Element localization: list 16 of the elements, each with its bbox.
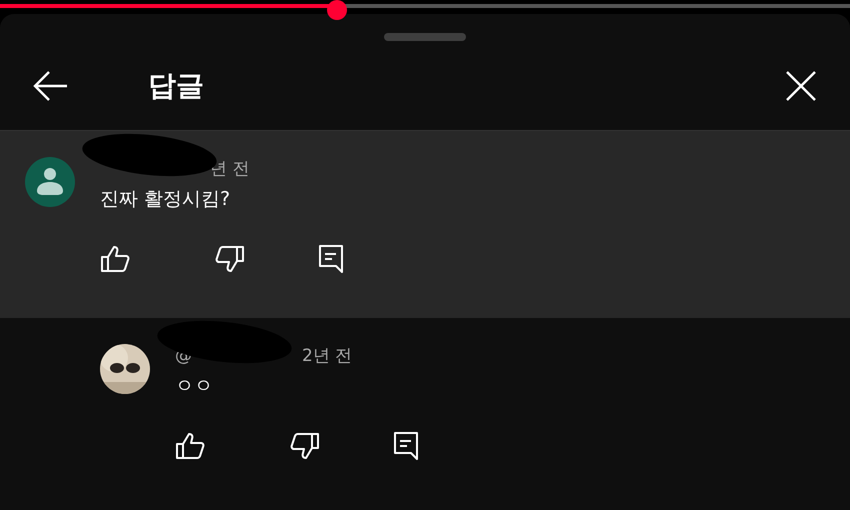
close-button[interactable]: [784, 68, 818, 102]
thumbs-down-icon[interactable]: [290, 432, 320, 460]
progress-handle[interactable]: [327, 0, 348, 20]
comment-text: 진짜 활정시킴?: [100, 187, 232, 212]
drag-handle[interactable]: [384, 33, 466, 41]
thumbs-up-icon[interactable]: [175, 432, 205, 460]
thumbs-down-icon[interactable]: [215, 244, 245, 272]
comment-time: 2년 전: [302, 345, 352, 368]
reply-icon[interactable]: [318, 244, 344, 274]
comment-text: ㅇㅇ: [175, 374, 214, 399]
avatar-icon: [25, 157, 75, 207]
panel-title: 답글: [148, 68, 204, 104]
reply-icon[interactable]: [393, 430, 419, 460]
back-arrow-icon: [32, 70, 68, 102]
thumbs-up-icon[interactable]: [100, 244, 130, 272]
close-icon: [786, 70, 816, 100]
